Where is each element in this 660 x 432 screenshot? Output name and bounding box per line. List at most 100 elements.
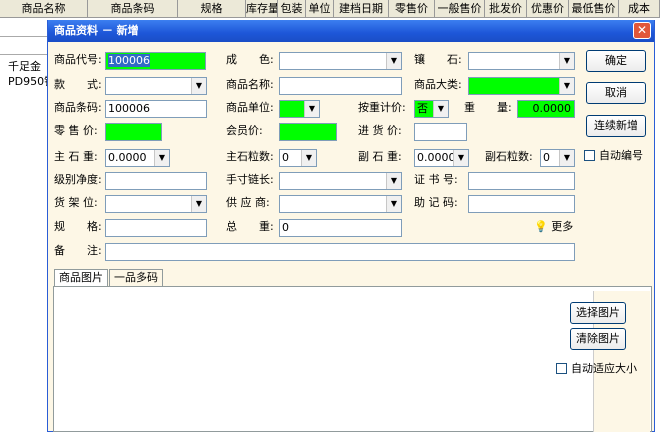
inlay-select[interactable]: ▼: [468, 52, 575, 70]
tab-bar: 商品图片 一品多码: [54, 269, 164, 287]
inlay-label: 镶 石:: [414, 53, 462, 66]
side-stone-weight-label: 副 石 重:: [358, 150, 402, 163]
member-price-input[interactable]: [279, 123, 337, 141]
main-stone-weight-value: 0.0000: [108, 151, 147, 164]
more-link[interactable]: 💡 更多: [534, 218, 573, 236]
column-header[interactable]: 优惠价: [527, 0, 569, 18]
clear-image-button[interactable]: 清除图片: [570, 328, 626, 350]
retail-price-label: 零 售 价:: [54, 124, 98, 137]
product-code-input[interactable]: 100006: [105, 52, 206, 70]
product-name-label: 商品名称:: [226, 78, 274, 91]
main-stone-count-label: 主石粒数:: [226, 150, 274, 163]
side-stone-count-spinner[interactable]: 0 ▼: [540, 149, 575, 167]
memo-code-input[interactable]: [468, 195, 575, 213]
side-stone-weight-value: 0.0000: [417, 151, 456, 164]
size-chain-label: 手寸链长:: [226, 173, 274, 186]
certificate-input[interactable]: [468, 172, 575, 190]
shelf-label: 货 架 位:: [54, 196, 98, 209]
chevron-down-icon[interactable]: ▼: [559, 150, 574, 166]
total-weight-input[interactable]: 0: [279, 219, 402, 237]
lightbulb-icon: 💡: [534, 220, 548, 233]
cancel-button[interactable]: 取消: [586, 82, 646, 104]
auto-number-checkbox[interactable]: 自动编号: [584, 148, 643, 164]
shelf-select[interactable]: ▼: [105, 195, 207, 213]
chevron-down-icon[interactable]: ▼: [191, 78, 206, 94]
chevron-down-icon[interactable]: ▼: [154, 150, 169, 166]
unit-label: 商品单位:: [226, 101, 274, 114]
member-price-label: 会员价:: [226, 124, 263, 137]
chevron-down-icon[interactable]: ▼: [386, 196, 401, 212]
retail-price-input[interactable]: [105, 123, 162, 141]
supplier-select[interactable]: ▼: [279, 195, 402, 213]
column-header[interactable]: 成本: [619, 0, 660, 18]
weight-pricing-select[interactable]: 否 ▼: [414, 100, 449, 118]
tab-multi-code[interactable]: 一品多码: [109, 269, 163, 287]
column-header[interactable]: 库存量: [246, 0, 278, 18]
background-table-header: 商品名称 商品条码 规格 库存量 包装 单位 建档日期 零售价 一般售价 批发价…: [0, 0, 660, 18]
table-row[interactable]: 千足金: [0, 59, 48, 75]
main-stone-count-value: 0: [282, 151, 289, 164]
barcode-input[interactable]: 100006: [105, 100, 207, 118]
supplier-label: 供 应 商:: [226, 196, 270, 209]
main-stone-weight-label: 主 石 重:: [54, 150, 98, 163]
tab-product-image[interactable]: 商品图片: [54, 269, 108, 287]
purchase-price-label: 进 货 价:: [358, 124, 402, 137]
column-header[interactable]: 商品条码: [88, 0, 178, 18]
image-panel: [53, 286, 652, 432]
column-header[interactable]: 最低售价: [569, 0, 619, 18]
side-stone-weight-spinner[interactable]: 0.0000 ▼: [414, 149, 469, 167]
table-row[interactable]: PD950铂: [0, 74, 48, 90]
barcode-label: 商品条码:: [54, 101, 102, 114]
chevron-down-icon[interactable]: ▼: [433, 101, 448, 117]
more-label: 更多: [551, 220, 574, 233]
column-header[interactable]: 规格: [178, 0, 246, 18]
chevron-down-icon[interactable]: ▼: [386, 53, 401, 69]
auto-fit-checkbox[interactable]: 自动适应大小: [556, 361, 637, 377]
column-header[interactable]: 单位: [306, 0, 334, 18]
memo-code-label: 助 记 码:: [414, 196, 458, 209]
checkbox-box: [584, 150, 595, 161]
product-code-label: 商品代号:: [54, 53, 102, 66]
style-label: 款 式:: [54, 78, 102, 91]
dialog-titlebar[interactable]: 商品资料 － 新增 ✕: [48, 20, 654, 42]
dialog-title: 商品资料 － 新增: [54, 24, 139, 37]
certificate-label: 证 书 号:: [414, 173, 458, 186]
column-header[interactable]: 建档日期: [334, 0, 389, 18]
column-header[interactable]: 一般售价: [435, 0, 485, 18]
side-stone-count-label: 副石粒数:: [485, 150, 533, 163]
side-stone-count-value: 0: [543, 151, 550, 164]
chevron-down-icon[interactable]: ▼: [301, 150, 316, 166]
main-stone-weight-spinner[interactable]: 0.0000 ▼: [105, 149, 170, 167]
product-code-value: 100006: [108, 54, 150, 67]
product-name-input[interactable]: [279, 77, 402, 95]
row-divider: [0, 36, 48, 37]
main-stone-count-spinner[interactable]: 0 ▼: [279, 149, 317, 167]
weight-label: 重 量:: [464, 101, 512, 114]
close-button[interactable]: ✕: [633, 22, 651, 39]
remark-input[interactable]: [105, 243, 575, 261]
continue-add-button[interactable]: 连续新增: [586, 115, 646, 137]
column-header[interactable]: 批发价: [485, 0, 527, 18]
purchase-price-input[interactable]: [414, 123, 467, 141]
choose-image-button[interactable]: 选择图片: [570, 302, 626, 324]
ok-button[interactable]: 确定: [586, 50, 646, 72]
weight-pricing-value: 否: [417, 102, 428, 115]
style-select[interactable]: ▼: [105, 77, 207, 95]
weight-input[interactable]: 0.0000: [517, 100, 575, 118]
chevron-down-icon[interactable]: ▼: [191, 196, 206, 212]
column-header[interactable]: 零售价: [389, 0, 435, 18]
grade-clarity-input[interactable]: [105, 172, 207, 190]
chevron-down-icon[interactable]: ▼: [453, 150, 468, 166]
category-select[interactable]: ▼: [468, 77, 575, 95]
size-chain-select[interactable]: ▼: [279, 172, 402, 190]
column-header[interactable]: 包装: [278, 0, 306, 18]
chevron-down-icon[interactable]: ▼: [559, 53, 574, 69]
chevron-down-icon[interactable]: ▼: [386, 173, 401, 189]
chevron-down-icon[interactable]: ▼: [304, 101, 319, 117]
chevron-down-icon[interactable]: ▼: [559, 78, 574, 94]
spec-input[interactable]: [105, 219, 207, 237]
unit-select[interactable]: ▼: [279, 100, 320, 118]
column-header[interactable]: 商品名称: [0, 0, 88, 18]
color-select[interactable]: ▼: [279, 52, 402, 70]
total-weight-label: 总 重:: [226, 220, 274, 233]
